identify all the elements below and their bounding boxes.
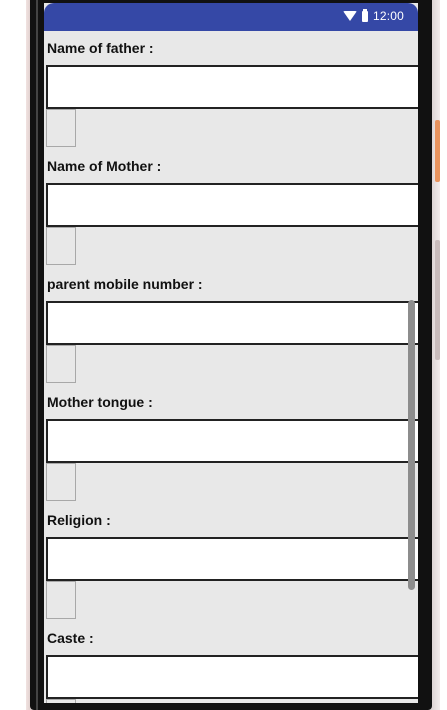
status-bar: 12:00 bbox=[44, 3, 418, 31]
religion-field: Religion : bbox=[44, 503, 418, 621]
father-name-field: Name of father : bbox=[44, 31, 418, 149]
caste-label: Caste : bbox=[47, 630, 94, 646]
status-indicators: 12:00 bbox=[342, 8, 404, 23]
mother-name-input[interactable] bbox=[46, 183, 418, 227]
mother-tongue-field: Mother tongue : bbox=[44, 385, 418, 503]
emulator-stage: 12:00 Name of father : Name of Mother : … bbox=[0, 0, 447, 710]
mother-tongue-checkbox[interactable] bbox=[46, 463, 76, 501]
caste-field: Caste : bbox=[44, 621, 418, 703]
device-edge bbox=[36, 0, 38, 710]
parent-details-form: Name of father : Name of Mother : parent… bbox=[44, 31, 418, 703]
religion-checkbox[interactable] bbox=[46, 581, 76, 619]
wifi-icon bbox=[342, 11, 357, 21]
mother-name-label: Name of Mother : bbox=[47, 158, 162, 174]
parent-mobile-field: parent mobile number : bbox=[44, 267, 418, 385]
power-button[interactable] bbox=[435, 120, 440, 182]
parent-mobile-input[interactable] bbox=[46, 301, 418, 345]
mother-name-field: Name of Mother : bbox=[44, 149, 418, 267]
battery-icon bbox=[361, 8, 368, 22]
religion-label: Religion : bbox=[47, 512, 111, 528]
mother-name-checkbox[interactable] bbox=[46, 227, 76, 265]
caste-checkbox[interactable] bbox=[46, 699, 76, 703]
religion-input[interactable] bbox=[46, 537, 418, 581]
mother-tongue-input[interactable] bbox=[46, 419, 418, 463]
caste-input[interactable] bbox=[46, 655, 418, 699]
mother-tongue-label: Mother tongue : bbox=[47, 394, 153, 410]
parent-mobile-label: parent mobile number : bbox=[47, 276, 203, 292]
phone-screen: 12:00 Name of father : Name of Mother : … bbox=[44, 3, 418, 703]
parent-mobile-checkbox[interactable] bbox=[46, 345, 76, 383]
father-name-label: Name of father : bbox=[47, 40, 154, 56]
volume-button[interactable] bbox=[435, 240, 440, 360]
vertical-scrollbar[interactable] bbox=[408, 300, 415, 590]
father-name-checkbox[interactable] bbox=[46, 109, 76, 147]
father-name-input[interactable] bbox=[46, 65, 418, 109]
status-time: 12:00 bbox=[372, 9, 404, 23]
